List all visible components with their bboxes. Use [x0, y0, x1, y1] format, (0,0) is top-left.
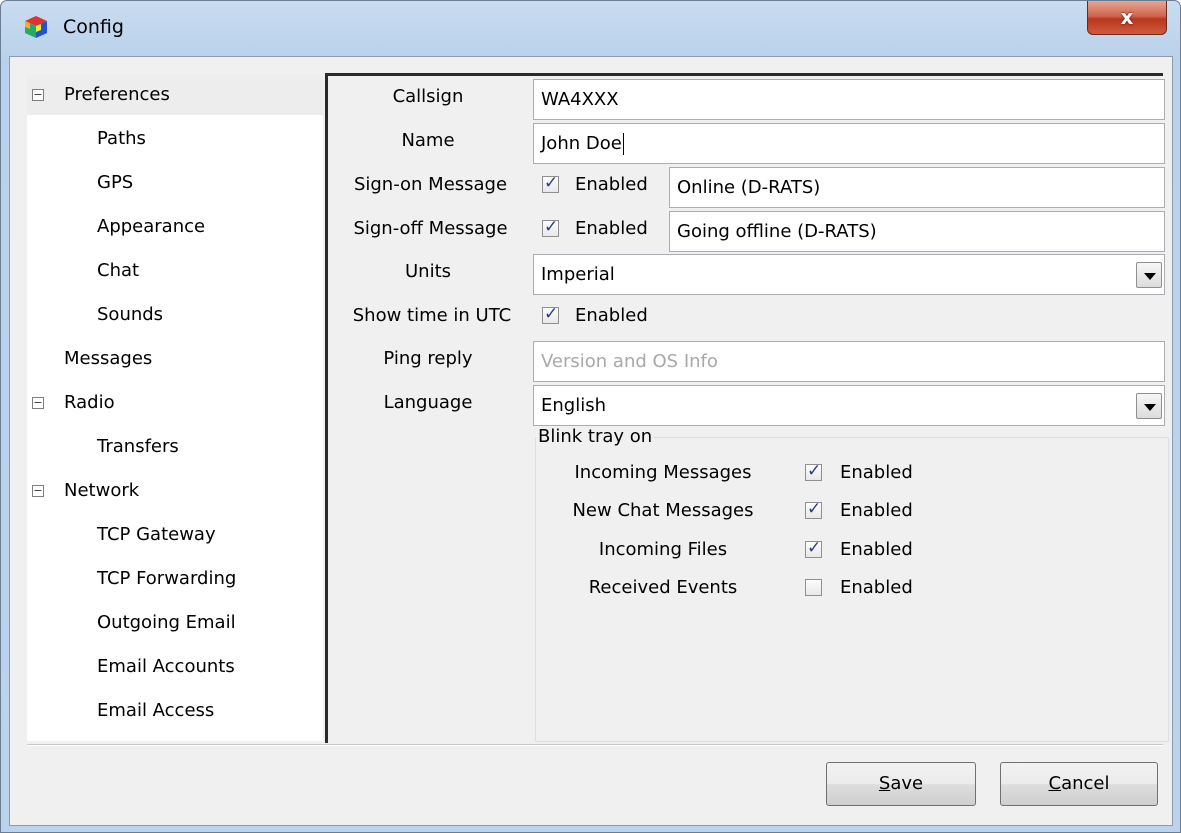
tree-label: TCP Forwarding — [97, 568, 237, 589]
tree-label: Messages — [64, 348, 153, 369]
tree-label: Preferences — [64, 84, 170, 105]
signon-enabled-label[interactable]: Enabled — [575, 174, 648, 195]
chevron-down-icon[interactable] — [1136, 393, 1162, 419]
collapse-icon[interactable]: − — [32, 485, 44, 497]
tree-item-tcp-forwarding[interactable]: TCP Forwarding — [27, 559, 323, 599]
name-value: John Doe — [541, 133, 622, 154]
tree-item-radio[interactable]: − Radio — [27, 383, 323, 423]
blink-row-label: Received Events — [588, 577, 738, 598]
signon-label: Sign-on Message — [353, 174, 508, 195]
ping-reply-label: Ping reply — [383, 348, 473, 369]
tree-item-gps[interactable]: GPS — [27, 163, 323, 203]
new-chat-messages-checkbox[interactable] — [805, 499, 822, 519]
signoff-label: Sign-off Message — [353, 218, 508, 239]
save-label: ave — [890, 773, 924, 794]
tree-item-transfers[interactable]: Transfers — [27, 427, 323, 467]
tree-label: Sounds — [97, 304, 164, 325]
tree-label: Outgoing Email — [97, 612, 236, 633]
tree-label: TCP Gateway — [97, 524, 216, 545]
text-caret — [622, 133, 624, 155]
tree-label: Radio — [64, 392, 115, 413]
tree-item-email-access[interactable]: Email Access — [27, 691, 323, 731]
received-events-enabled-label[interactable]: Enabled — [840, 577, 913, 598]
incoming-files-enabled-label[interactable]: Enabled — [840, 539, 913, 560]
language-select[interactable]: English — [533, 385, 1165, 426]
new-chat-messages-enabled-label[interactable]: Enabled — [840, 500, 913, 521]
chevron-down-icon[interactable] — [1136, 262, 1162, 288]
tree-item-tcp-gateway[interactable]: TCP Gateway — [27, 515, 323, 555]
blink-tray-title: Blink tray on — [536, 426, 655, 447]
footer-separator — [27, 744, 1163, 746]
signoff-enabled-checkbox[interactable] — [542, 217, 559, 237]
tree-item-network[interactable]: − Network — [27, 471, 323, 511]
tree-item-chat[interactable]: Chat — [27, 251, 323, 291]
language-value: English — [541, 395, 606, 416]
tree-label: Email Access — [97, 700, 215, 721]
units-select[interactable]: Imperial — [533, 254, 1165, 295]
utc-label: Show time in UTC — [352, 305, 512, 326]
language-label: Language — [383, 392, 473, 413]
tree-item-sounds[interactable]: Sounds — [27, 295, 323, 335]
callsign-input[interactable]: WA4XXX — [533, 79, 1165, 120]
blink-row-label: New Chat Messages — [572, 500, 754, 521]
blink-row-label: Incoming Messages — [574, 462, 752, 483]
name-label: Name — [401, 130, 455, 151]
name-input[interactable]: John Doe — [533, 123, 1165, 164]
tree-item-email-accounts[interactable]: Email Accounts — [27, 647, 323, 687]
cancel-button[interactable]: Cancel — [1000, 762, 1158, 806]
settings-tree: − Preferences Paths GPS Appearance Chat … — [27, 75, 323, 741]
tree-label: Paths — [97, 128, 146, 149]
app-cube-icon — [25, 16, 47, 38]
cancel-label: ancel — [1061, 773, 1110, 794]
tree-label: Network — [64, 480, 140, 501]
utc-enabled-label[interactable]: Enabled — [575, 305, 648, 326]
units-label: Units — [404, 261, 452, 282]
cancel-mnemonic: C — [1048, 773, 1062, 794]
ping-reply-input[interactable]: Version and OS Info — [533, 341, 1165, 382]
tree-item-preferences[interactable]: − Preferences — [27, 75, 323, 115]
blink-row-label: Incoming Files — [598, 539, 728, 560]
callsign-label: Callsign — [392, 86, 464, 107]
incoming-files-checkbox[interactable] — [805, 538, 822, 558]
preferences-form: Callsign WA4XXX Name John Doe Sign-on Me… — [328, 76, 1169, 744]
tree-label: GPS — [97, 172, 134, 193]
signoff-enabled-label[interactable]: Enabled — [575, 218, 648, 239]
units-value: Imperial — [541, 264, 615, 285]
close-button[interactable]: x — [1087, 1, 1167, 35]
collapse-icon[interactable]: − — [32, 397, 44, 409]
window-title: Config — [63, 16, 124, 38]
incoming-messages-checkbox[interactable] — [805, 461, 822, 481]
signon-enabled-checkbox[interactable] — [542, 173, 559, 193]
collapse-icon[interactable]: − — [32, 89, 44, 101]
client-area: − Preferences Paths GPS Appearance Chat … — [9, 56, 1173, 826]
tree-label: Appearance — [97, 216, 206, 237]
signon-message-input[interactable]: Online (D-RATS) — [669, 167, 1165, 208]
tree-label: Email Accounts — [97, 656, 235, 677]
save-button[interactable]: Save — [826, 762, 976, 806]
config-window: Config x − Preferences Paths GPS Appeara… — [0, 0, 1181, 833]
tree-item-appearance[interactable]: Appearance — [27, 207, 323, 247]
incoming-messages-enabled-label[interactable]: Enabled — [840, 462, 913, 483]
tree-item-outgoing-email[interactable]: Outgoing Email — [27, 603, 323, 643]
tree-label: Chat — [97, 260, 140, 281]
tree-label: Transfers — [97, 436, 179, 457]
save-mnemonic: S — [878, 773, 891, 794]
tree-item-paths[interactable]: Paths — [27, 119, 323, 159]
signoff-message-input[interactable]: Going offline (D-RATS) — [669, 211, 1165, 252]
received-events-checkbox[interactable] — [805, 579, 822, 596]
tree-item-messages[interactable]: Messages — [27, 339, 323, 379]
title-bar[interactable]: Config x — [1, 1, 1180, 56]
utc-enabled-checkbox[interactable] — [542, 304, 559, 324]
